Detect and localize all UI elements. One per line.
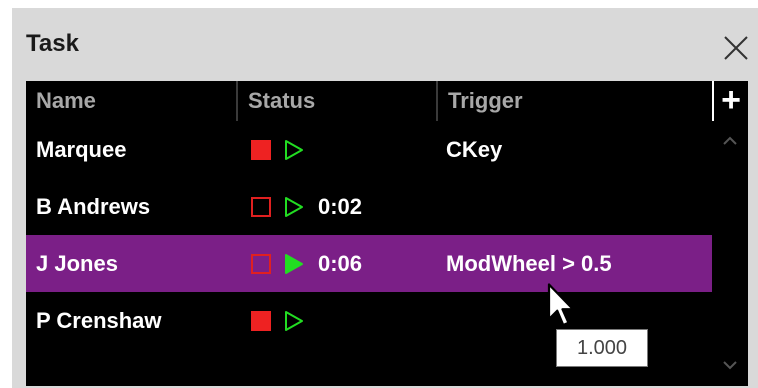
close-icon (724, 36, 748, 60)
column-header-trigger[interactable]: Trigger (436, 81, 712, 121)
chevron-down-icon[interactable] (722, 359, 738, 371)
table-row[interactable]: J Jones 0:06 ModWheel > 0.5 (26, 235, 712, 292)
column-header-status[interactable]: Status (236, 81, 436, 121)
table-row[interactable]: B Andrews 0:02 (26, 178, 712, 235)
add-task-button[interactable]: + (712, 81, 748, 121)
play-icon[interactable] (283, 252, 305, 276)
plus-icon: + (721, 81, 741, 119)
play-icon[interactable] (283, 138, 305, 162)
task-name: P Crenshaw (36, 308, 162, 333)
stop-icon[interactable] (251, 197, 271, 217)
close-button[interactable] (722, 34, 750, 62)
mouse-cursor-icon (547, 283, 575, 327)
task-name: Marquee (36, 137, 127, 162)
task-name: J Jones (36, 251, 118, 276)
play-icon[interactable] (283, 195, 305, 219)
panel-title: Task (26, 30, 79, 57)
table-row[interactable]: Marquee CKey (26, 121, 712, 178)
trigger-value[interactable]: CKey (446, 121, 502, 178)
stop-icon[interactable] (251, 254, 271, 274)
trigger-value[interactable]: ModWheel > 0.5 (446, 235, 612, 292)
column-header-name[interactable]: Name (26, 81, 236, 121)
chevron-up-icon[interactable] (722, 135, 738, 147)
table-header: Name Status Trigger + (26, 81, 748, 121)
elapsed-time: 0:02 (318, 194, 363, 219)
task-name: B Andrews (36, 194, 151, 219)
vertical-scrollbar[interactable] (712, 121, 748, 386)
elapsed-time: 0:06 (318, 251, 363, 276)
stop-icon[interactable] (251, 140, 271, 160)
value-tooltip: 1.000 (556, 329, 648, 367)
play-icon[interactable] (283, 309, 305, 333)
stop-icon[interactable] (251, 311, 271, 331)
